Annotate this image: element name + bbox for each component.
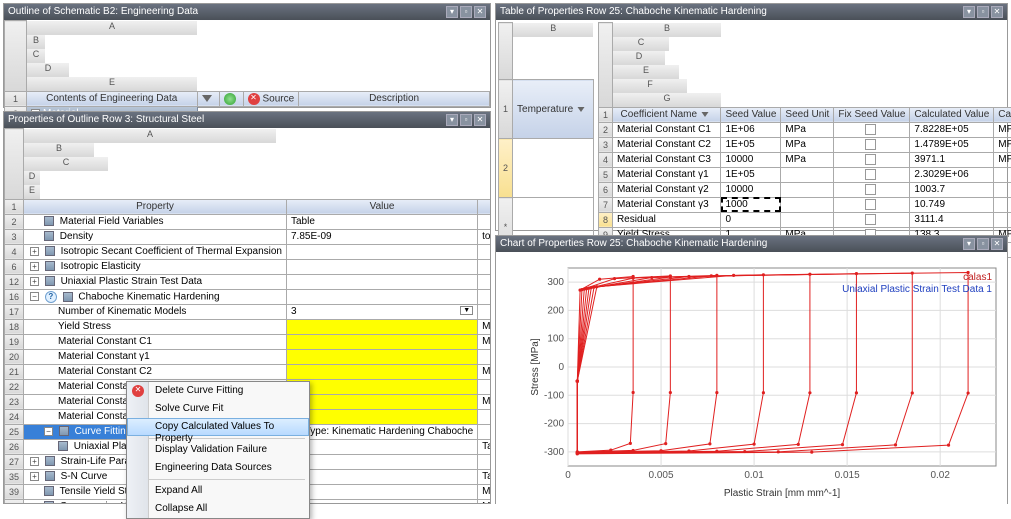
collapse-icon[interactable]: − <box>44 427 53 436</box>
close-icon[interactable]: ✕ <box>991 6 1003 18</box>
svg-text:0: 0 <box>565 470 571 481</box>
table-row[interactable]: 3 Density 7.85E-09 tonne mm^-3 <box>5 229 491 244</box>
svg-text:-100: -100 <box>544 390 564 401</box>
svg-text:Uniaxial Plastic Strain Test D: Uniaxial Plastic Strain Test Data 1 <box>842 284 992 295</box>
expand-icon[interactable]: + <box>30 457 39 466</box>
panel-table: Table of Properties Row 25: Chaboche Kin… <box>495 3 1008 231</box>
float-icon[interactable]: ▫ <box>977 6 989 18</box>
panel-chart: Chart of Properties Row 25: Chaboche Kin… <box>495 235 1008 504</box>
checkbox[interactable] <box>865 214 876 225</box>
svg-text:100: 100 <box>547 334 564 345</box>
table-row[interactable]: 16 − ? Chaboche Kinematic Hardening <box>5 289 491 304</box>
property-icon <box>45 456 55 466</box>
table-row[interactable]: 4 + Isotropic Secant Coefficient of Ther… <box>5 244 491 259</box>
checkbox[interactable] <box>865 154 876 165</box>
float-icon[interactable]: ▫ <box>460 6 472 18</box>
close-icon[interactable]: ✕ <box>991 238 1003 250</box>
table-row[interactable]: 5 Material Constant γ1 1E+05 2.3029E+06 <box>598 167 1011 182</box>
svg-text:calas1: calas1 <box>963 272 992 283</box>
svg-text:300: 300 <box>547 277 564 288</box>
property-icon <box>44 216 54 226</box>
property-icon <box>58 441 68 451</box>
property-icon <box>45 471 55 481</box>
checkbox[interactable] <box>865 169 876 180</box>
filter-icon[interactable] <box>701 112 708 117</box>
svg-text:200: 200 <box>547 305 564 316</box>
property-icon <box>44 486 54 496</box>
svg-text:0.01: 0.01 <box>744 470 764 481</box>
panel-chart-title: Chart of Properties Row 25: Chaboche Kin… <box>496 236 1007 252</box>
float-icon[interactable]: ▫ <box>977 238 989 250</box>
table-row[interactable]: 17 Number of Kinematic Models 3▼ <box>5 304 491 319</box>
pin-icon[interactable]: ▾ <box>963 6 975 18</box>
svg-text:0.005: 0.005 <box>649 470 674 481</box>
property-icon <box>59 426 69 436</box>
help-icon[interactable]: ? <box>45 291 57 303</box>
pin-icon[interactable]: ▾ <box>446 114 458 126</box>
expand-icon[interactable]: + <box>30 262 39 271</box>
panel-properties-title: Properties of Outline Row 3: Structural … <box>4 112 490 128</box>
table-row[interactable]: 21 Material Constant C2 MPa <box>5 364 491 379</box>
checkbox[interactable] <box>865 184 876 195</box>
x-icon[interactable]: ✕ <box>248 93 260 105</box>
pin-icon[interactable]: ▾ <box>446 6 458 18</box>
panel-outline-title: Outline of Schematic B2: Engineering Dat… <box>4 4 490 20</box>
coeff-grid[interactable]: BCDEFG 1Coefficient Name Seed ValueSeed … <box>598 22 1011 258</box>
checkbox[interactable] <box>865 124 876 135</box>
svg-text:0.02: 0.02 <box>930 470 950 481</box>
svg-text:0.015: 0.015 <box>835 470 860 481</box>
table-row[interactable]: 4 Material Constant C3 10000 MPa 3971.1M… <box>598 152 1011 167</box>
table-row[interactable]: 12 + Uniaxial Plastic Strain Test Data <box>5 274 491 289</box>
panel-table-title: Table of Properties Row 25: Chaboche Kin… <box>496 4 1007 20</box>
table-row[interactable]: 19 Material Constant C1 MPa <box>5 334 491 349</box>
table-row[interactable]: 18 Yield Stress MPa <box>5 319 491 334</box>
chart-canvas: 0 0.005 0.01 0.015 0.02 -300 -200 -100 0 100 200 30… <box>496 252 1007 511</box>
expand-icon[interactable]: + <box>30 472 39 481</box>
checkbox[interactable] <box>865 199 876 210</box>
menu-item[interactable]: Copy Calculated Values To Property <box>127 418 309 436</box>
menu-item[interactable]: Solve Curve Fit <box>127 400 309 418</box>
table-row[interactable]: 8 Residual 0 3111.4 <box>598 212 1011 227</box>
menu-item[interactable]: Engineering Data Sources <box>127 459 309 477</box>
property-icon <box>63 292 73 302</box>
close-icon[interactable]: ✕ <box>474 114 486 126</box>
svg-text:-200: -200 <box>544 419 564 430</box>
panel-outline: Outline of Schematic B2: Engineering Dat… <box>3 3 491 108</box>
svg-text:Plastic Strain [mm mm^-1]: Plastic Strain [mm mm^-1] <box>724 488 841 499</box>
expand-icon[interactable]: + <box>30 277 39 286</box>
orb-icon[interactable] <box>224 93 236 105</box>
menu-item[interactable]: Display Validation Failure <box>127 441 309 459</box>
menu-item[interactable]: Collapse All <box>127 500 309 518</box>
svg-text:Stress [MPa]: Stress [MPa] <box>530 338 541 395</box>
table-row[interactable]: 3 Material Constant C2 1E+05 MPa 1.4789E… <box>598 137 1011 152</box>
property-icon <box>45 246 55 256</box>
context-menu[interactable]: ✕Delete Curve FittingSolve Curve FitCopy… <box>126 381 310 519</box>
table-row[interactable]: 6 Material Constant γ2 10000 1003.7 <box>598 182 1011 197</box>
filter-icon[interactable] <box>577 107 584 112</box>
table-row[interactable]: 20 Material Constant γ1 <box>5 349 491 364</box>
property-icon <box>44 501 54 503</box>
table-row[interactable]: 2 Material Constant C1 1E+06 MPa 7.8228E… <box>598 122 1011 137</box>
svg-text:-300: -300 <box>544 447 564 458</box>
table-row[interactable]: 7 Material Constant γ3 1000 10.749 <box>598 197 1011 212</box>
close-icon[interactable]: ✕ <box>474 6 486 18</box>
pin-icon[interactable]: ▾ <box>963 238 975 250</box>
collapse-icon[interactable]: − <box>30 292 39 301</box>
float-icon[interactable]: ▫ <box>460 114 472 126</box>
menu-item[interactable]: ✕Delete Curve Fitting <box>127 382 309 400</box>
expand-icon[interactable]: + <box>30 247 39 256</box>
temp-grid[interactable]: B 1Temperature 2 * <box>498 22 594 258</box>
menu-item[interactable]: Expand All <box>127 482 309 500</box>
svg-text:0: 0 <box>558 362 564 373</box>
table-row[interactable]: 6 + Isotropic Elasticity <box>5 259 491 274</box>
property-icon <box>44 231 54 241</box>
property-icon <box>45 276 55 286</box>
table-row[interactable]: 2 Material Field Variables Table <box>5 214 491 229</box>
checkbox[interactable] <box>865 139 876 150</box>
property-icon <box>45 261 55 271</box>
filter-icon[interactable] <box>202 95 212 102</box>
